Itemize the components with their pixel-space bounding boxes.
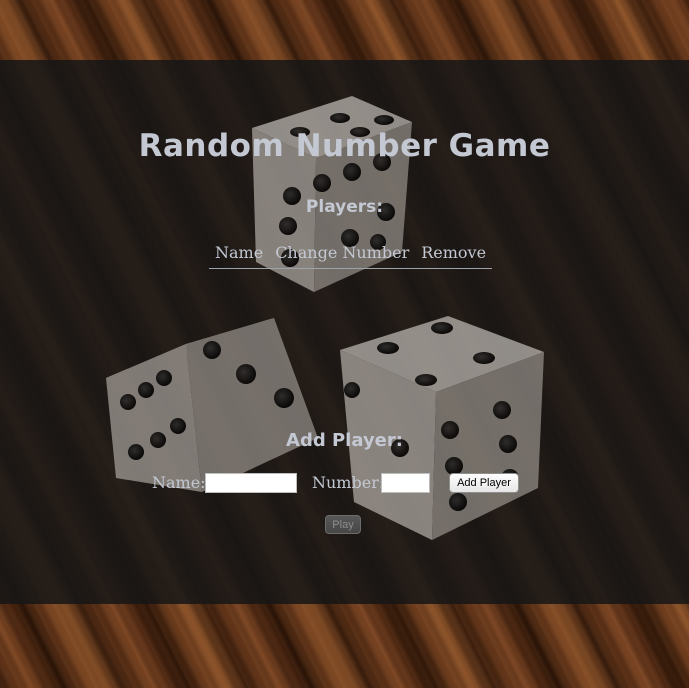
play-button[interactable]: Play <box>325 515 361 534</box>
page-title: Random Number Game <box>138 128 551 164</box>
name-input[interactable] <box>205 473 297 493</box>
add-player-button[interactable]: Add Player <box>449 473 519 493</box>
players-heading: Players: <box>305 197 384 217</box>
players-table: Name Change Number Remove <box>209 243 493 269</box>
add-player-heading: Add Player: <box>286 430 403 451</box>
players-table-header-row: Name Change Number Remove <box>209 243 493 269</box>
name-label: Name: <box>152 473 206 492</box>
page-content: Random Number Game Players: Name Change … <box>0 0 689 688</box>
column-header-name: Name <box>209 243 270 269</box>
column-header-change-number: Change Number <box>269 243 416 269</box>
number-label: Number: <box>312 473 385 492</box>
column-header-remove: Remove <box>415 243 493 269</box>
number-input[interactable] <box>381 473 430 493</box>
